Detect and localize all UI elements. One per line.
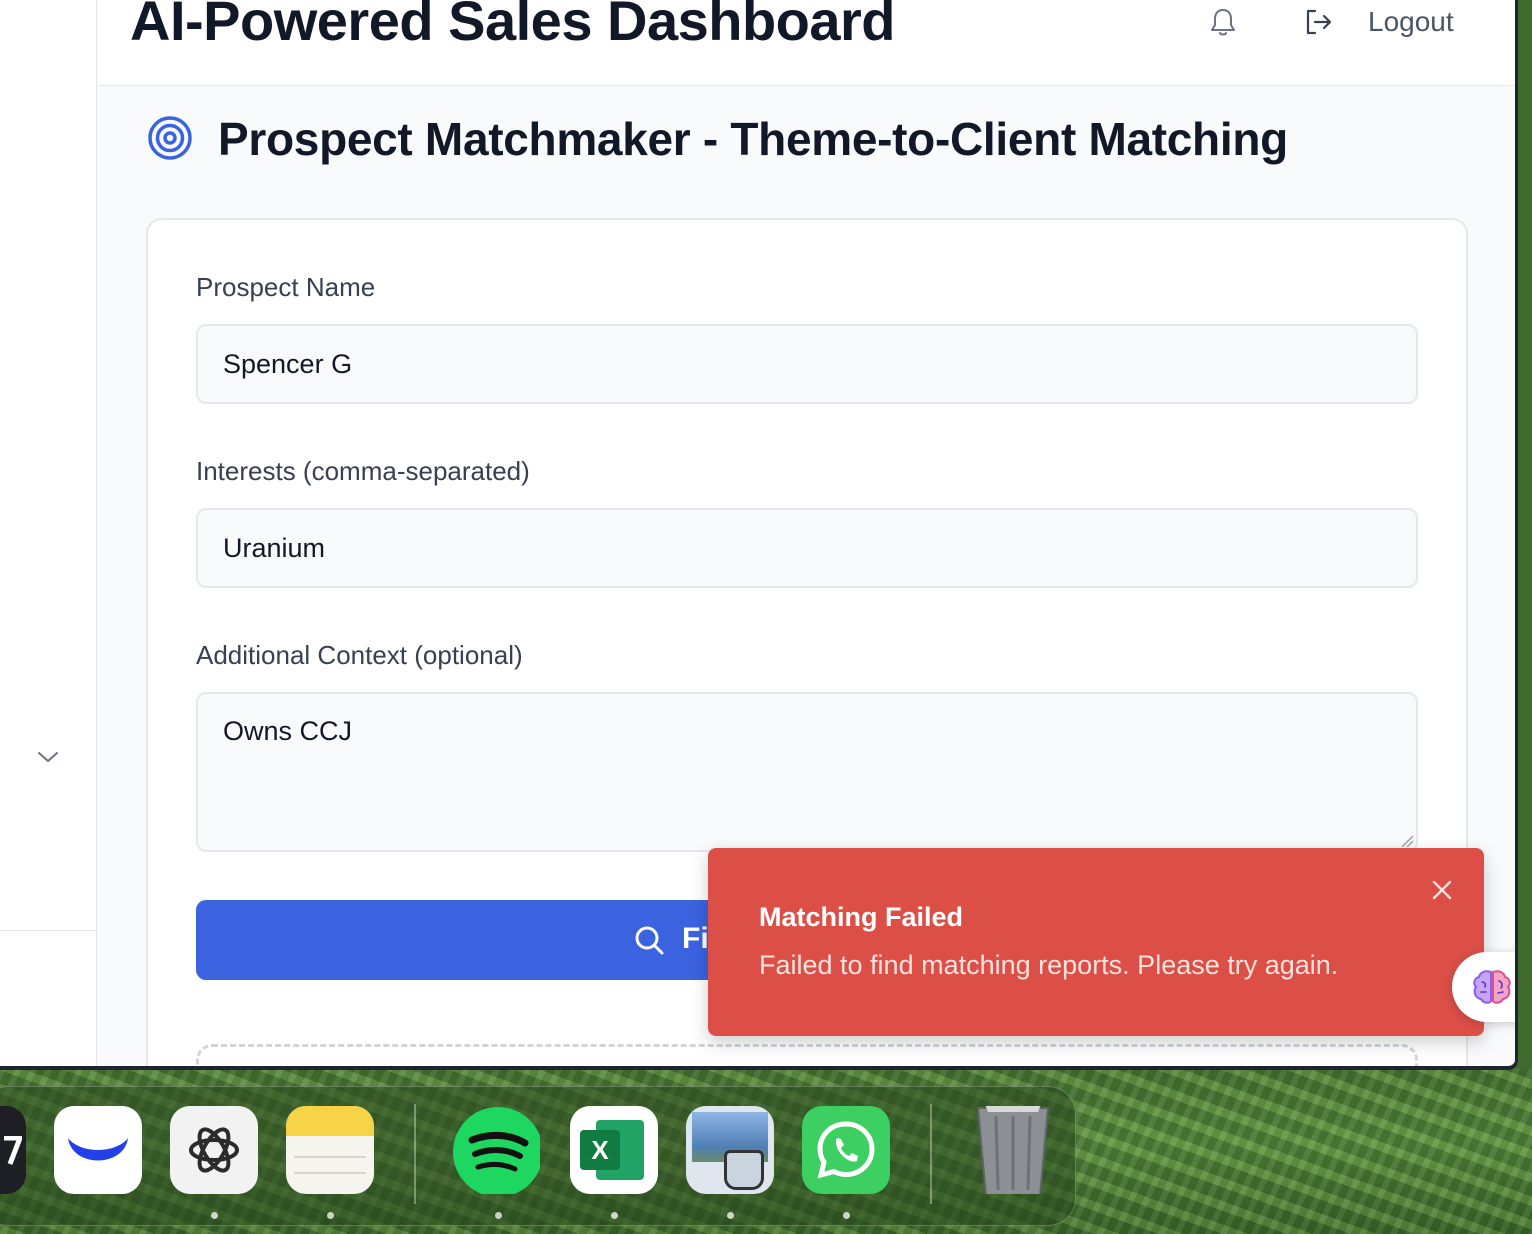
ai-assistant-button[interactable] bbox=[1452, 952, 1515, 1022]
excel-x-icon: X bbox=[580, 1130, 620, 1170]
dock-app-trash[interactable] bbox=[968, 1106, 1056, 1194]
brain-icon bbox=[1473, 970, 1511, 1004]
sidebar-divider bbox=[0, 930, 96, 931]
spotify-icon bbox=[453, 1107, 540, 1194]
dock-app-preview[interactable] bbox=[686, 1106, 774, 1194]
search-icon bbox=[635, 926, 664, 955]
bell-icon[interactable] bbox=[1208, 6, 1238, 38]
top-header: AI-Powered Sales Dashboard Logout bbox=[98, 0, 1515, 86]
toast-message: Failed to find matching reports. Please … bbox=[759, 950, 1339, 980]
context-label: Additional Context (optional) bbox=[196, 640, 523, 670]
prospect-name-label: Prospect Name bbox=[196, 272, 376, 302]
chevron-down-icon[interactable] bbox=[36, 747, 60, 767]
target-icon bbox=[148, 116, 192, 160]
webull-icon bbox=[68, 1138, 128, 1161]
app-icon bbox=[4, 1136, 22, 1165]
trash-icon bbox=[976, 1106, 1050, 1194]
error-toast: Matching Failed Failed to find matching … bbox=[708, 848, 1484, 1036]
dock-app-whatsapp[interactable] bbox=[802, 1106, 890, 1194]
sidebar bbox=[0, 0, 97, 1066]
running-indicator bbox=[495, 1212, 502, 1219]
dock-separator bbox=[414, 1104, 416, 1204]
whatsapp-icon bbox=[817, 1121, 875, 1179]
dock-app-webull[interactable] bbox=[54, 1106, 142, 1194]
context-text: Owns CCJ bbox=[223, 716, 353, 746]
browser-window: AI-Powered Sales Dashboard Logout Prospe… bbox=[0, 0, 1518, 1070]
close-icon[interactable] bbox=[1430, 878, 1454, 902]
running-indicator bbox=[727, 1212, 734, 1219]
dock-app-spotify[interactable] bbox=[452, 1106, 540, 1194]
prospect-name-input[interactable]: Spencer G bbox=[196, 324, 1418, 404]
running-indicator bbox=[211, 1212, 218, 1219]
dock-app-partial[interactable] bbox=[0, 1106, 26, 1194]
results-placeholder bbox=[196, 1044, 1418, 1066]
context-textarea[interactable]: Owns CCJ bbox=[196, 692, 1418, 852]
interests-label: Interests (comma-separated) bbox=[196, 456, 530, 486]
loupe-icon bbox=[724, 1150, 764, 1190]
toast-title: Matching Failed bbox=[759, 902, 964, 932]
resize-handle-icon[interactable] bbox=[1398, 832, 1414, 848]
chatgpt-icon bbox=[189, 1127, 239, 1173]
dock-app-excel[interactable]: X bbox=[570, 1106, 658, 1194]
running-indicator bbox=[843, 1212, 850, 1219]
page-title: Prospect Matchmaker - Theme-to-Client Ma… bbox=[218, 113, 1288, 165]
running-indicator bbox=[611, 1212, 618, 1219]
notes-line bbox=[294, 1172, 366, 1174]
notes-line bbox=[294, 1156, 366, 1158]
interests-input[interactable]: Uranium bbox=[196, 508, 1418, 588]
find-button-label: Fi bbox=[682, 922, 709, 955]
logout-button[interactable]: Logout bbox=[1368, 6, 1454, 38]
notes-header bbox=[286, 1106, 374, 1136]
dock-app-chatgpt[interactable] bbox=[170, 1106, 258, 1194]
logout-icon[interactable] bbox=[1304, 8, 1334, 36]
dock-separator bbox=[930, 1104, 932, 1204]
dock-app-notes[interactable] bbox=[286, 1106, 374, 1194]
app-title: AI-Powered Sales Dashboard bbox=[130, 0, 896, 52]
running-indicator bbox=[327, 1212, 334, 1219]
